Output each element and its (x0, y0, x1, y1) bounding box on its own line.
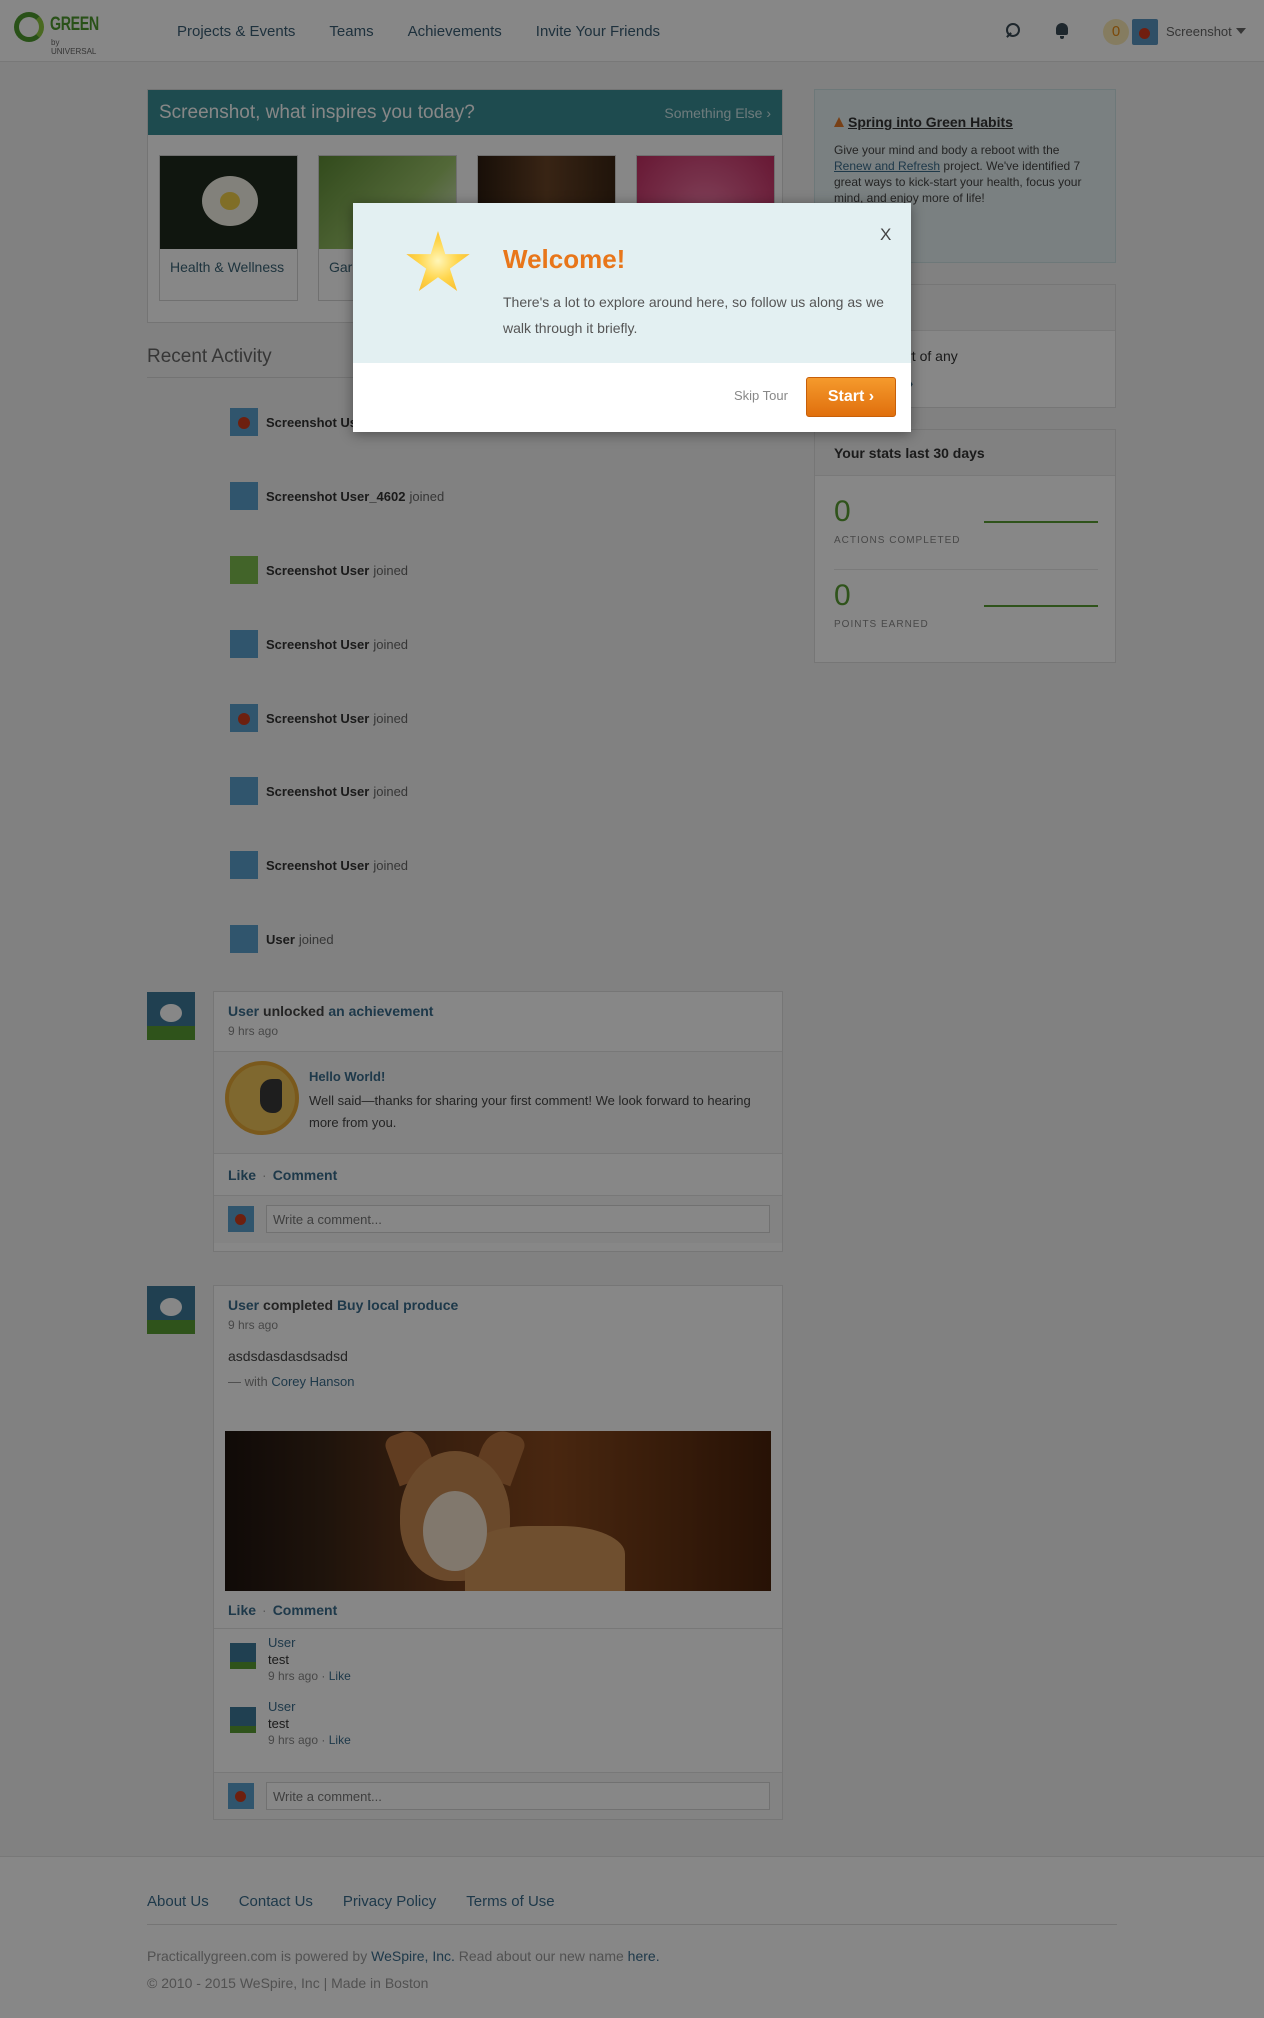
modal-title: Welcome! (503, 244, 626, 274)
start-tour-button[interactable]: Start › (806, 377, 896, 417)
welcome-modal: Welcome! There's a lot to explore around… (353, 203, 911, 432)
close-button[interactable]: X (880, 225, 891, 245)
skip-tour-link[interactable]: Skip Tour (734, 388, 788, 403)
modal-description: There's a lot to explore around here, so… (503, 294, 884, 336)
